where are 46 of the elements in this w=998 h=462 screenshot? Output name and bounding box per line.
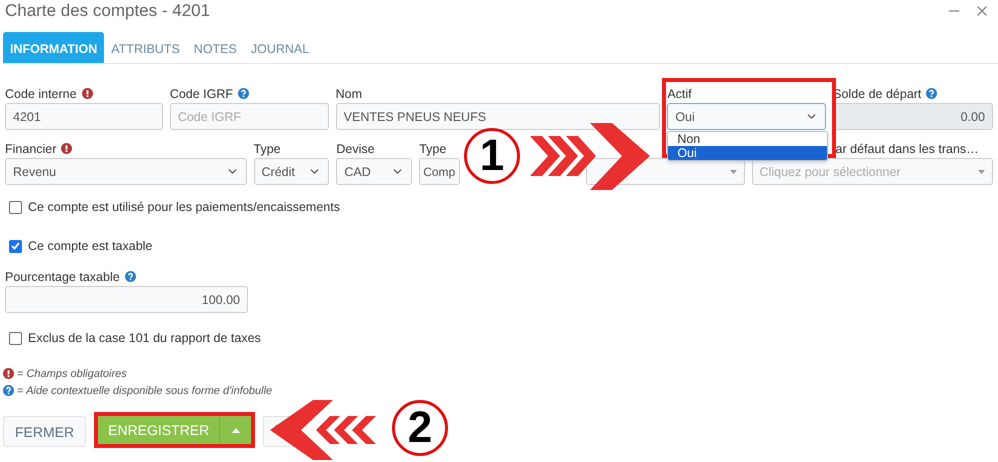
caret-down-icon — [978, 170, 986, 174]
text-field[interactable]: VENTES PNEUS NEUFS — [336, 103, 660, 130]
required-icon — [82, 88, 93, 99]
checkbox-label: Ce compte est taxable — [28, 239, 152, 253]
step-marker: 1 — [464, 128, 520, 184]
dropdown-option[interactable]: Non — [668, 132, 828, 146]
caret-down-icon — [730, 170, 737, 174]
field-label: Code interne — [5, 86, 77, 100]
checkbox-label: Exclus de la case 101 du rapport de taxes — [28, 331, 261, 345]
field-label: ar défaut dans les trans… — [836, 142, 979, 156]
tab[interactable]: JOURNAL — [244, 32, 316, 63]
dropdown-toggle-button[interactable] — [219, 416, 252, 444]
help-icon — [238, 88, 250, 99]
required-icon — [3, 368, 14, 379]
checkbox[interactable] — [9, 332, 22, 344]
checkbox-label: Ce compte est utilisé pour les paiements/encaissements — [28, 200, 340, 214]
tab[interactable]: NOTES — [186, 32, 244, 63]
dropdown-option[interactable]: Oui — [668, 146, 828, 160]
required-icon — [61, 143, 72, 154]
field-label: Type — [419, 142, 446, 156]
step-marker: 2 — [392, 400, 448, 456]
close-button[interactable]: FERMER — [3, 416, 86, 447]
select-field[interactable]: Revenu — [5, 158, 246, 185]
tab[interactable]: ATTRIBUTS — [104, 32, 187, 63]
field-label: Devise — [336, 142, 375, 156]
checkbox[interactable] — [9, 200, 22, 214]
field-label: Pourcentage taxable — [5, 270, 120, 284]
field-label: Nom — [336, 86, 362, 100]
field-label: Actif — [667, 86, 692, 100]
field-label: Code IGRF — [170, 86, 234, 100]
select-field[interactable]: Oui — [667, 103, 826, 130]
checkbox[interactable] — [9, 240, 22, 252]
select-field[interactable]: CAD — [336, 158, 412, 185]
text-field[interactable]: 100.00 — [5, 286, 248, 313]
window-title: Charte des comptes - 4201 — [5, 1, 212, 21]
legend-text: = Champs obligatoires — [17, 368, 127, 380]
help-icon — [926, 88, 938, 99]
help-icon — [3, 385, 14, 396]
text-field[interactable]: 4201 — [5, 103, 163, 130]
select-field[interactable]: Crédit — [254, 158, 330, 185]
select-field[interactable]: Comp — [419, 158, 460, 185]
field-label: Type — [254, 142, 281, 156]
legend-text: = Aide contextuelle disponible sous forme d'infobulle — [17, 384, 272, 396]
field-label: Financier — [5, 142, 56, 156]
help-icon — [124, 271, 136, 282]
caret-up-icon — [232, 428, 240, 432]
